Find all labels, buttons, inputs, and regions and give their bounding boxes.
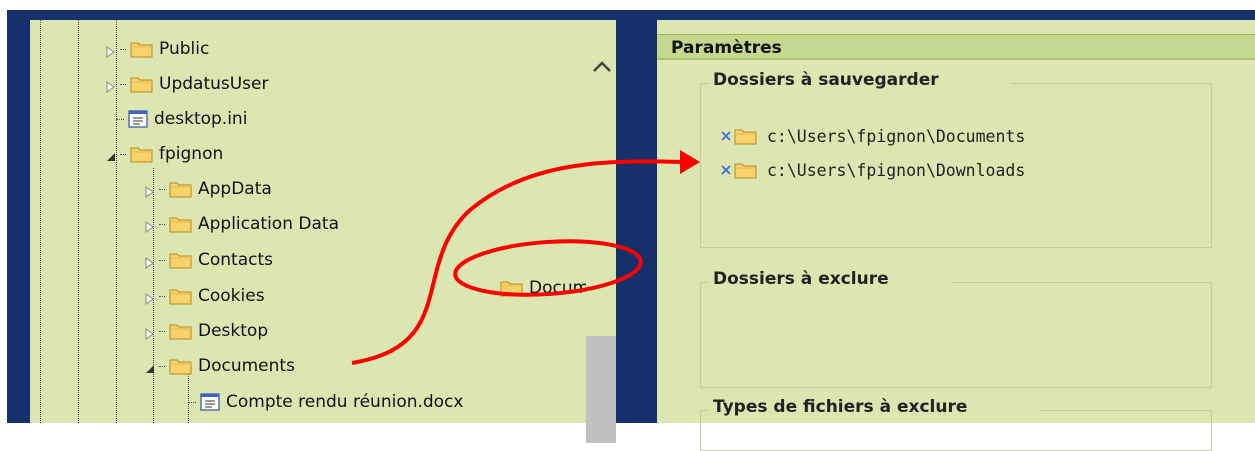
tree-node-label: desktop.ini (154, 109, 248, 129)
expand-arrow-icon[interactable] (106, 78, 116, 90)
include-path-row[interactable]: c:\Users\fpignon\Downloads (719, 158, 1025, 182)
exclude-filetypes-title: Types de fichiers à exclure (709, 397, 972, 417)
collapse-arrow-icon[interactable] (145, 360, 155, 372)
tree-node-label: Documents (198, 356, 295, 376)
tree-connector (159, 295, 165, 297)
tree-connector (159, 223, 165, 225)
tree-node-application-data[interactable]: Application Data (145, 212, 339, 236)
tree-node-contacts[interactable]: Contacts (145, 248, 273, 272)
tree-node-label: fpignon (159, 144, 224, 164)
folder-icon (169, 180, 193, 198)
drag-ghost-label: Documents (529, 278, 586, 298)
tree-node-label: UpdatusUser (159, 74, 269, 94)
tree-connector (116, 118, 124, 120)
tree-node-label: Application Data (198, 214, 339, 234)
tree-node-desktop-ini[interactable]: desktop.ini (116, 107, 247, 131)
tree-connector (159, 259, 165, 261)
tree-guide-line (40, 20, 41, 423)
tree-node-label: AppData (198, 179, 272, 199)
tree-node-label: Compte rendu réunion.docx (226, 392, 464, 412)
scrollbar-thumb[interactable] (586, 336, 616, 443)
folder-icon (734, 127, 758, 145)
tree-connector (120, 83, 126, 85)
folder-icon (734, 161, 758, 179)
exclude-folders-group[interactable]: Dossiers à exclure (700, 269, 1212, 388)
tree-node-label: Cookies (198, 286, 265, 306)
folder-icon (130, 75, 154, 93)
tree-node-label: Desktop (198, 321, 269, 341)
folder-icon (169, 357, 193, 375)
expand-arrow-icon[interactable] (145, 290, 155, 302)
scroll-up-icon[interactable] (591, 58, 613, 76)
expand-arrow-icon[interactable] (145, 325, 155, 337)
tree-guide-line (78, 20, 79, 423)
include-folders-title: Dossiers à sauvegarder (709, 70, 943, 90)
tree-connector (159, 188, 165, 190)
tree-connector (120, 48, 126, 50)
tree-node-appdata[interactable]: AppData (145, 177, 272, 201)
tree-node-label: Contacts (198, 250, 273, 270)
tree-node-public[interactable]: Public (106, 37, 209, 61)
tree-node-documents[interactable]: Documents (145, 354, 295, 378)
folder-icon (169, 251, 193, 269)
tree-node-compte-rendu[interactable]: Compte rendu réunion.docx (188, 390, 464, 414)
file-icon (128, 110, 148, 128)
folder-icon (130, 145, 154, 163)
remove-icon[interactable] (719, 129, 733, 143)
expand-arrow-icon[interactable] (145, 218, 155, 230)
parameters-panel: Paramètres Dossiers à sauvegarder c:\Use… (657, 20, 1255, 451)
folder-tree[interactable]: Public UpdatusUser desktop.ini fpignon A… (30, 20, 586, 423)
tree-connector (188, 401, 196, 403)
folder-icon (169, 287, 193, 305)
tree-node-cookies[interactable]: Cookies (145, 284, 265, 308)
remove-icon[interactable] (719, 163, 733, 177)
include-path-text: c:\Users\fpignon\Downloads (767, 160, 1026, 180)
tree-connector (159, 330, 165, 332)
file-icon (200, 393, 220, 411)
folder-icon (500, 279, 524, 297)
exclude-folders-title: Dossiers à exclure (709, 269, 893, 289)
include-path-row[interactable]: c:\Users\fpignon\Documents (719, 124, 1025, 148)
expand-arrow-icon[interactable] (106, 43, 116, 55)
include-path-text: c:\Users\fpignon\Documents (767, 126, 1026, 146)
folder-icon (169, 215, 193, 233)
folder-icon (130, 40, 154, 58)
drag-ghost-documents: Documents (500, 278, 586, 298)
tree-node-label: Public (159, 39, 210, 59)
tree-scrollbar[interactable] (586, 20, 616, 443)
tree-node-updatususer[interactable]: UpdatusUser (106, 72, 269, 96)
panel-title: Paramètres (657, 34, 1255, 60)
collapse-arrow-icon[interactable] (106, 148, 116, 160)
tree-connector (120, 153, 126, 155)
tree-node-desktop[interactable]: Desktop (145, 319, 268, 343)
tree-node-fpignon[interactable]: fpignon (106, 142, 223, 166)
folder-icon (169, 322, 193, 340)
expand-arrow-icon[interactable] (145, 254, 155, 266)
tree-connector (159, 365, 165, 367)
exclude-filetypes-group[interactable]: Types de fichiers à exclure (700, 397, 1212, 451)
expand-arrow-icon[interactable] (145, 183, 155, 195)
